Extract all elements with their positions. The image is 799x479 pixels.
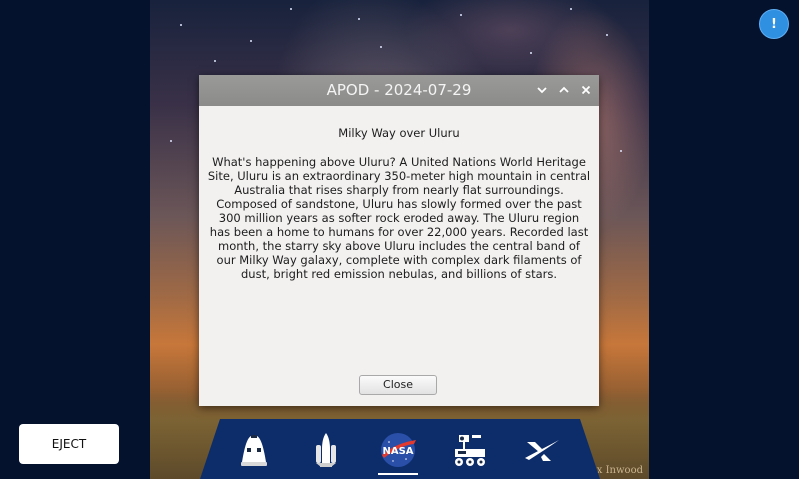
dock-item-spacex[interactable] (520, 427, 564, 473)
star (214, 60, 216, 62)
star (170, 140, 172, 142)
spacex-logo-icon (525, 440, 559, 461)
star (460, 14, 462, 16)
close-button[interactable]: Close (359, 375, 437, 395)
desktop: Max Inwood ! APOD - 2024-07-29 Milky Way… (0, 0, 799, 479)
chevron-up-icon[interactable] (557, 83, 571, 97)
app-dock: NASA (200, 419, 600, 479)
svg-text:NASA: NASA (382, 446, 413, 457)
dialog-titlebar[interactable]: APOD - 2024-07-29 (199, 75, 599, 106)
star (530, 52, 532, 54)
dock-item-shuttle[interactable] (304, 427, 348, 473)
star (250, 40, 252, 42)
star (570, 8, 572, 10)
chevron-down-icon[interactable] (535, 83, 549, 97)
dock-item-dragon-capsule[interactable] (232, 427, 276, 473)
apod-dialog: APOD - 2024-07-29 Milky Way over Uluru W… (199, 75, 599, 406)
apod-description: What's happening above Uluru? A United N… (207, 155, 591, 281)
capsule-icon (241, 435, 267, 466)
dock-item-nasa[interactable]: NASA (376, 427, 420, 475)
star (290, 8, 292, 10)
star (606, 34, 608, 36)
apod-heading: Milky Way over Uluru (338, 126, 460, 140)
close-icon[interactable] (579, 83, 593, 97)
star (380, 46, 382, 48)
rocket-icon (316, 433, 336, 467)
rover-icon (455, 435, 485, 466)
active-indicator (378, 473, 418, 475)
dock-item-rover[interactable] (448, 427, 492, 473)
dialog-content: Milky Way over Uluru What's happening ab… (207, 126, 591, 281)
star (358, 18, 360, 20)
nasa-logo-icon: NASA (381, 433, 416, 467)
eject-button[interactable]: EJECT (19, 424, 119, 464)
star (180, 24, 182, 26)
alert-button[interactable]: ! (759, 9, 789, 39)
star (620, 150, 622, 152)
